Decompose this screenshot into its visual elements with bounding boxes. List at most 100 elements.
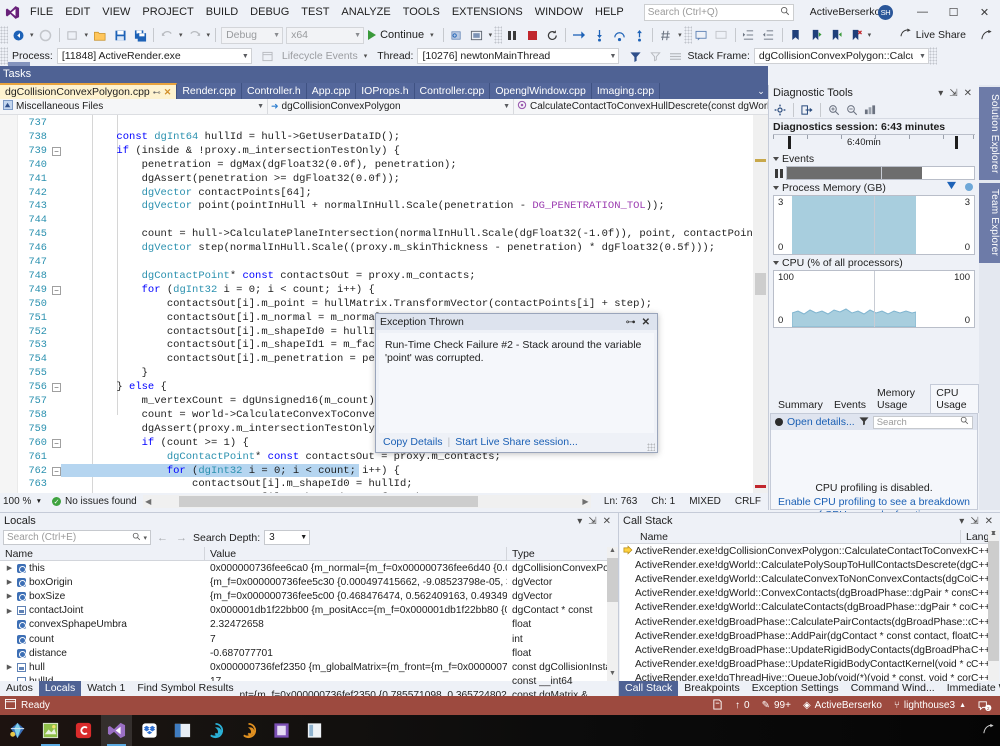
branch-selector[interactable]: ⑂ lighthouse3 ▲ [894, 700, 966, 711]
copy-details-link[interactable]: Copy Details [383, 436, 443, 448]
live-share-tray-icon[interactable] [982, 723, 994, 738]
scrollbar-thumb[interactable] [607, 558, 618, 602]
panel-tab-immediate-window[interactable]: Immediate Wind... [941, 681, 1000, 696]
next-bookmark-icon[interactable] [806, 25, 826, 45]
taskbar-item-spiral-app-blue[interactable] [200, 715, 231, 746]
scroll-left-icon[interactable]: ◀ [143, 497, 154, 506]
flag-clear-icon[interactable] [645, 46, 665, 66]
cpu-search-input[interactable]: Search [873, 416, 973, 429]
diag-tab-events[interactable]: Events [829, 397, 871, 413]
locals-column-type[interactable]: Type [507, 547, 618, 560]
taskbar-item-notes-app[interactable] [299, 715, 330, 746]
scroll-right-icon[interactable]: ▶ [580, 497, 591, 506]
quick-launch-search[interactable]: Search (Ctrl+Q) [644, 4, 794, 21]
editor-tab-openglwindow[interactable]: OpenglWindow.cpp [490, 83, 591, 99]
locals-cell-value[interactable]: -0.687077701 [205, 648, 507, 659]
call-stack-column-name[interactable]: Name [635, 530, 961, 543]
resize-grip[interactable] [647, 443, 655, 451]
redo-dropdown[interactable]: ▾ [205, 31, 213, 39]
code-line[interactable]: } [66, 367, 148, 379]
panel-tab-exception-settings[interactable]: Exception Settings [746, 681, 845, 696]
code-line[interactable]: contactsOut[i].m_shapeId0 = hullId; [66, 326, 387, 338]
code-line[interactable]: dgVector step(normalInHull.Scale((proxy.… [66, 242, 715, 254]
scrollbar-thumb[interactable] [988, 541, 999, 661]
scroll-down-icon[interactable]: ▼ [607, 670, 618, 681]
new-project-dropdown[interactable]: ▾ [83, 31, 91, 39]
menu-item-tools[interactable]: TOOLS [397, 0, 446, 24]
menu-item-debug[interactable]: DEBUG [244, 0, 295, 24]
save-icon[interactable] [110, 25, 130, 45]
code-line[interactable]: dgVector contactPoints[64]; [66, 187, 312, 199]
locals-cell-value[interactable]: 17 [205, 676, 507, 687]
zoom-in-icon[interactable] [826, 102, 842, 118]
settings-gear-icon[interactable] [772, 102, 788, 118]
scroll-down-icon[interactable]: ▼ [988, 530, 999, 541]
locals-search-input[interactable]: Search (Ctrl+E) ▾ [3, 530, 151, 545]
scrollbar-thumb[interactable] [755, 273, 766, 295]
code-line[interactable]: for (dgInt32 i = 0; i < count; i++) { [66, 284, 375, 296]
unpublished-changes[interactable]: ↑ 0 [735, 700, 750, 711]
close-icon[interactable]: ✕ [164, 87, 172, 98]
continue-button[interactable]: Continue ▾ [364, 25, 440, 45]
menu-item-analyze[interactable]: ANALYZE [335, 0, 396, 24]
editor-tab-render[interactable]: Render.cpp [177, 83, 242, 99]
vtab-team-explorer[interactable]: Team Explorer [979, 183, 1000, 263]
taskbar-item-visual-studio-app[interactable] [101, 715, 132, 746]
events-section-header[interactable]: Events [769, 151, 979, 165]
pin-icon[interactable]: ⊶ [623, 317, 639, 328]
pin-icon[interactable]: ⇲ [967, 516, 981, 527]
step-into-icon[interactable] [589, 25, 609, 45]
comment-icon[interactable] [692, 25, 712, 45]
table-row[interactable]: ▶contactJoint0x000001db1f22bb00 {m_posit… [0, 604, 618, 618]
list-item[interactable]: ActiveRender.exe!dgWorld::CalculateConve… [620, 572, 999, 586]
code-line[interactable]: if (count >= 1) { [66, 437, 249, 449]
export-icon[interactable] [799, 102, 815, 118]
diag-tab-summary[interactable]: Summary [773, 397, 828, 413]
locals-cell-value[interactable]: 0x000000736fef2350 {m_globalMatrix={m_fr… [205, 662, 507, 673]
attach-process-icon[interactable] [447, 25, 467, 45]
scroll-up-icon[interactable]: ▲ [607, 547, 618, 558]
notifications-icon[interactable]: 2 [978, 700, 992, 712]
navbar-member-combo[interactable]: CalculateContactToConvexHullDescrete(con… [514, 99, 768, 114]
locals-cell-name[interactable]: ▶contactJoint [0, 605, 205, 616]
maximize-button[interactable]: ☐ [938, 0, 969, 24]
timeline-end-marker[interactable] [955, 136, 958, 149]
continue-dropdown[interactable]: ▾ [428, 31, 436, 39]
break-all-icon[interactable] [502, 25, 522, 45]
close-icon[interactable]: ✕ [961, 88, 975, 99]
navigate-forward-icon[interactable] [36, 25, 56, 45]
table-row[interactable]: count7int [0, 632, 618, 646]
close-button[interactable]: ✕ [969, 0, 1000, 24]
step-over-icon[interactable] [609, 25, 629, 45]
list-item[interactable]: ActiveRender.exe!dgWorld::CalculatePolyS… [620, 558, 999, 572]
taskbar-item-creative-cloud-app[interactable] [68, 715, 99, 746]
breakpoint-gutter[interactable] [0, 115, 17, 493]
menu-item-test[interactable]: TEST [295, 0, 335, 24]
code-line[interactable]: const dgInt64 hullId = hull->GetUserData… [66, 131, 400, 143]
panel-tab-find-symbol-results[interactable]: Find Symbol Results [131, 681, 239, 696]
lifecycle-events-dropdown[interactable]: ▾ [362, 52, 370, 60]
events-graph[interactable] [786, 166, 975, 180]
editor-tab-ioprops[interactable]: IOProps.h [356, 83, 414, 99]
taskbar-item-spiral-app-orange[interactable] [233, 715, 264, 746]
code-line[interactable]: contactsOut[i].m_point = hullMatrix.Tran… [66, 298, 652, 310]
fold-toggle-icon[interactable]: − [52, 286, 61, 295]
hscroll-thumb[interactable] [179, 496, 477, 507]
search-depth-combo[interactable]: 3 ▼ [264, 530, 310, 545]
locals-cell-value[interactable]: 0x000000736fee6ca0 {m_normal={m_f=0x0000… [205, 563, 507, 574]
code-line[interactable]: for (dgInt32 i = 0; i < count; i++) { [66, 465, 400, 477]
locals-vertical-scrollbar[interactable]: ▲ ▼ [607, 547, 618, 681]
navbar-project-combo[interactable]: Miscellaneous Files ▼ [0, 99, 268, 114]
outdent-icon[interactable] [759, 25, 779, 45]
toolbar-grip[interactable] [0, 26, 8, 44]
memory-section-header[interactable]: Process Memory (GB) [769, 180, 979, 194]
clear-bookmarks-icon[interactable] [846, 25, 866, 45]
code-line[interactable]: m_vertexCount = dgUnsigned16(m_count); [66, 395, 381, 407]
locals-cell-name[interactable]: distance [0, 648, 205, 659]
close-icon[interactable]: ✕ [982, 516, 996, 527]
tab-overflow-chevron-down-icon[interactable]: ⌄ [754, 83, 768, 99]
indent-icon[interactable] [739, 25, 759, 45]
table-row[interactable]: ▶boxSize{m_f=0x000000736fee5c00 {0.46847… [0, 589, 618, 603]
list-item[interactable]: ActiveRender.exe!dgWorld::ConvexContacts… [620, 587, 999, 601]
select-range-icon[interactable] [862, 102, 878, 118]
